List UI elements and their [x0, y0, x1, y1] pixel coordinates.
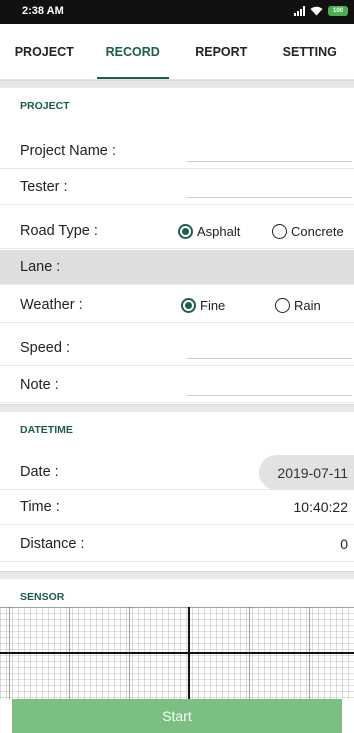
wifi-icon: [310, 6, 323, 15]
time-label: Time :: [20, 499, 60, 515]
section-title-datetime: DATETIME: [0, 412, 354, 449]
road-type-asphalt-label: Asphalt: [197, 224, 241, 239]
note-row: Note :: [0, 368, 354, 403]
status-bar: 2:38 AM 100: [0, 0, 354, 24]
section-title-sensor: SENSOR: [0, 579, 354, 607]
tab-project[interactable]: PROJECT: [0, 24, 89, 79]
distance-value: 0: [340, 536, 348, 552]
road-type-concrete-radio[interactable]: Concrete: [272, 214, 344, 249]
tab-bar: PROJECT RECORD REPORT SETTING: [0, 24, 354, 80]
start-button[interactable]: Start: [12, 699, 342, 733]
signal-icon: [294, 5, 305, 16]
section-divider: [0, 80, 354, 88]
weather-label: Weather :: [20, 297, 83, 313]
radio-unchecked-icon: [272, 224, 287, 239]
date-label: Date :: [20, 464, 59, 480]
weather-rain-radio[interactable]: Rain: [275, 288, 321, 323]
weather-fine-radio[interactable]: Fine: [181, 288, 225, 323]
speed-row: Speed :: [0, 331, 354, 366]
project-name-label: Project Name :: [20, 143, 116, 159]
section-divider: [0, 571, 354, 579]
note-label: Note :: [20, 377, 59, 393]
distance-label: Distance :: [20, 536, 85, 552]
speed-label: Speed :: [20, 340, 70, 356]
battery-icon: 100: [328, 5, 348, 16]
weather-row: Weather : Fine Rain: [0, 288, 354, 323]
note-input[interactable]: [187, 374, 352, 396]
radio-unchecked-icon: [275, 298, 290, 313]
road-type-concrete-label: Concrete: [291, 224, 344, 239]
tester-input[interactable]: [187, 176, 352, 198]
lane-label: Lane :: [20, 259, 61, 275]
radio-checked-icon: [178, 224, 193, 239]
project-name-input[interactable]: [187, 140, 352, 162]
tab-setting[interactable]: SETTING: [266, 24, 354, 79]
section-divider: [0, 404, 354, 412]
road-type-label: Road Type :: [20, 223, 98, 239]
tester-label: Tester :: [20, 179, 68, 195]
section-title-project: PROJECT: [0, 88, 354, 125]
weather-fine-label: Fine: [200, 298, 226, 313]
project-name-row: Project Name :: [0, 134, 354, 169]
tab-record[interactable]: RECORD: [89, 24, 178, 79]
lane-row[interactable]: Lane :: [0, 250, 354, 285]
tab-report[interactable]: REPORT: [177, 24, 266, 79]
status-icons: 100: [294, 5, 348, 16]
weather-rain-label: Rain: [294, 298, 321, 313]
date-row: Date : 2019-07-11: [0, 455, 354, 490]
date-value: 2019-07-11: [277, 465, 348, 481]
road-type-row: Road Type : Asphalt Concrete: [0, 214, 354, 249]
time-row: Time : 10:40:22: [0, 490, 354, 525]
speed-input[interactable]: [187, 337, 352, 359]
radio-checked-icon: [181, 298, 196, 313]
tester-row: Tester :: [0, 170, 354, 205]
sensor-graph: [0, 607, 354, 699]
distance-row: Distance : 0: [0, 527, 354, 562]
road-type-asphalt-radio[interactable]: Asphalt: [178, 214, 240, 249]
date-picker-field[interactable]: 2019-07-11: [259, 455, 354, 490]
time-value: 10:40:22: [293, 499, 349, 515]
status-time: 2:38 AM: [22, 5, 64, 17]
